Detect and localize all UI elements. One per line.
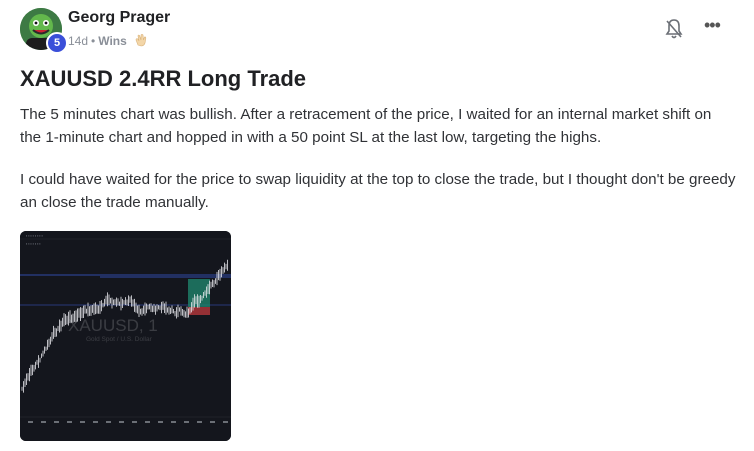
- post-title: XAUUSD 2.4RR Long Trade: [20, 66, 307, 91]
- time-axis-tick: [28, 421, 33, 423]
- chart-screenshot: ▪ ▪ ▪ ▪ ▪ ▪ ▪ ▪ ▪ ▪ ▪ ▪ ▪ ▪ ▪ XAUUSD, 1 …: [20, 231, 231, 441]
- time-axis-tick: [67, 421, 72, 423]
- chart-watermark-symbol: XAUUSD, 1: [68, 316, 158, 335]
- time-axis-tick: [93, 421, 98, 423]
- author-name[interactable]: Georg Prager: [68, 9, 170, 27]
- time-axis-tick: [171, 421, 176, 423]
- post-meta: 14d • Wins: [68, 33, 148, 48]
- post-paragraph-1: The 5 minutes chart was bullish. After a…: [20, 106, 712, 146]
- time-axis-tick: [145, 421, 150, 423]
- time-axis-tick: [197, 421, 202, 423]
- time-axis-tick: [41, 421, 46, 423]
- chart-image[interactable]: ▪ ▪ ▪ ▪ ▪ ▪ ▪ ▪ ▪ ▪ ▪ ▪ ▪ ▪ ▪ XAUUSD, 1 …: [20, 231, 231, 441]
- time-axis-tick: [184, 421, 189, 423]
- time-axis-tick: [158, 421, 163, 423]
- time-axis-tick: [106, 421, 111, 423]
- time-axis-tick: [210, 421, 215, 423]
- time-axis-tick: [80, 421, 85, 423]
- post-header: 5 Georg Prager 14d • Wins •••: [20, 8, 734, 54]
- meta-separator: •: [91, 34, 96, 48]
- category-label[interactable]: Wins: [98, 34, 127, 48]
- time-axis-tick: [132, 421, 137, 423]
- chart-watermark-name: Gold Spot / U.S. Dollar: [86, 336, 153, 343]
- time-axis-tick: [119, 421, 124, 423]
- svg-text:▪ ▪ ▪ ▪ ▪ ▪ ▪: ▪ ▪ ▪ ▪ ▪ ▪ ▪: [26, 242, 41, 246]
- svg-text:▪ ▪ ▪ ▪ ▪ ▪ ▪ ▪: ▪ ▪ ▪ ▪ ▪ ▪ ▪ ▪: [26, 234, 43, 238]
- time-axis-tick: [54, 421, 59, 423]
- post-time[interactable]: 14d: [68, 34, 88, 48]
- clapping-hands-icon: [134, 33, 148, 47]
- time-axis-tick: [223, 421, 228, 423]
- bell-muted-icon[interactable]: [664, 18, 684, 40]
- level-badge: 5: [46, 32, 68, 54]
- more-options-icon[interactable]: •••: [704, 16, 724, 38]
- post-paragraph-2: I could have waited for the price to swa…: [20, 171, 736, 211]
